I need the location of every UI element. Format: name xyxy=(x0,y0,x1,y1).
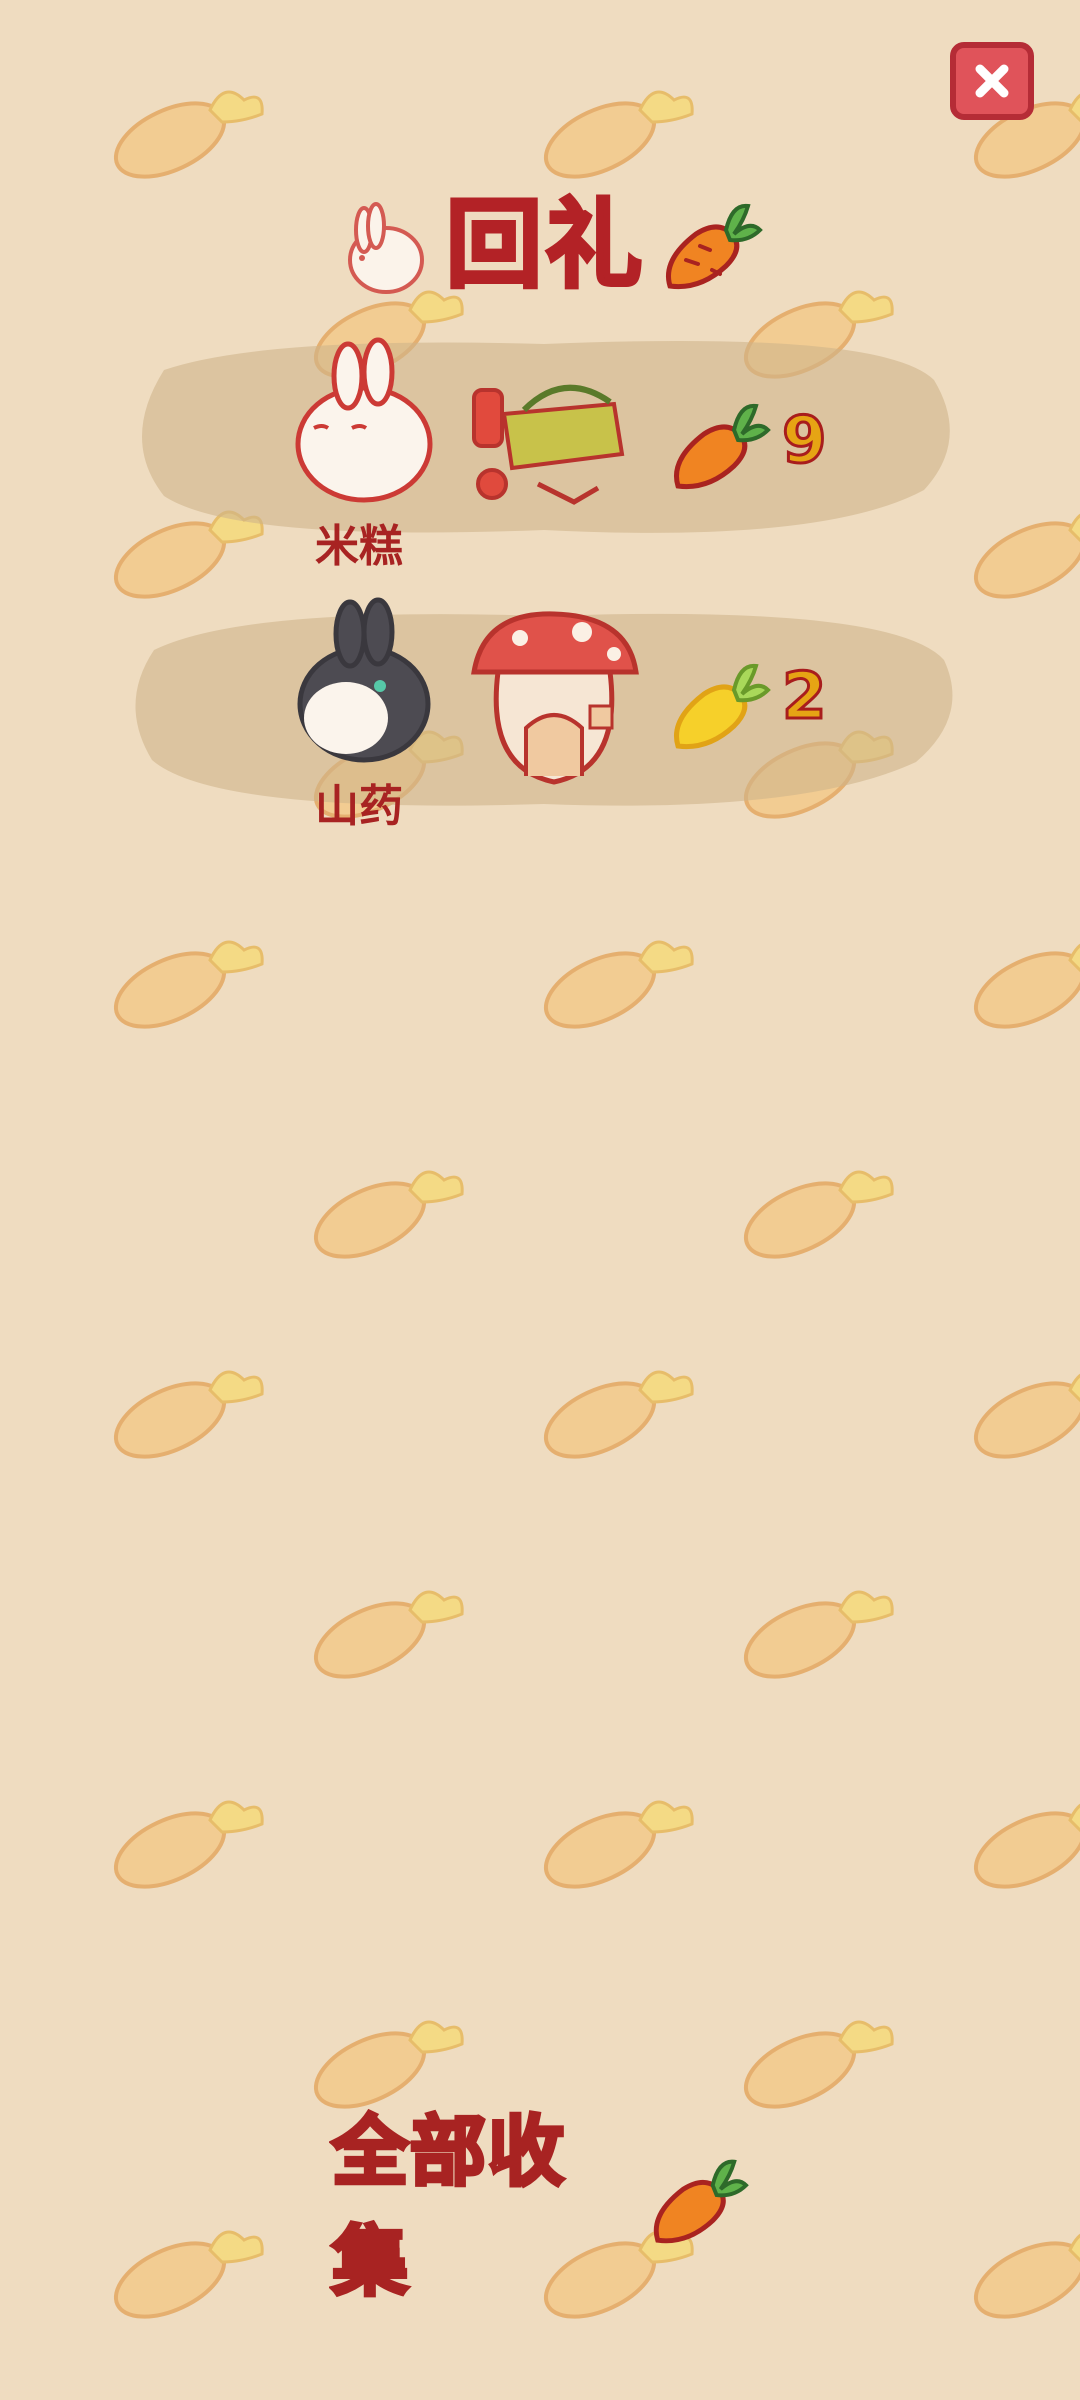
picnic-basket-icon xyxy=(472,384,625,505)
bunny-icon xyxy=(297,597,431,763)
bunny-name: 山药 xyxy=(315,781,403,832)
carrot-icon xyxy=(674,403,771,490)
collect-all-label: 全部收集 xyxy=(330,2105,566,2308)
bunny-icon xyxy=(295,337,433,503)
page-title: 回礼 xyxy=(444,188,646,302)
collect-all-button[interactable]: 全部收集 xyxy=(330,2105,752,2308)
reward-count: 9 xyxy=(781,403,829,480)
gift-header: 回礼 xyxy=(326,188,766,302)
reward-count: 2 xyxy=(781,659,829,736)
bunny-icon xyxy=(348,202,424,294)
close-icon xyxy=(975,64,1009,98)
mushroom-house-icon xyxy=(471,611,639,785)
close-button[interactable] xyxy=(950,42,1034,120)
carrot-icon xyxy=(666,203,763,290)
golden-carrot-icon xyxy=(674,663,771,750)
gift-row[interactable]: 米糕 9 xyxy=(124,330,960,572)
gift-row[interactable]: 山药 2 xyxy=(124,597,960,832)
carrot-icon xyxy=(653,2159,749,2244)
bunny-name: 米糕 xyxy=(315,521,403,572)
